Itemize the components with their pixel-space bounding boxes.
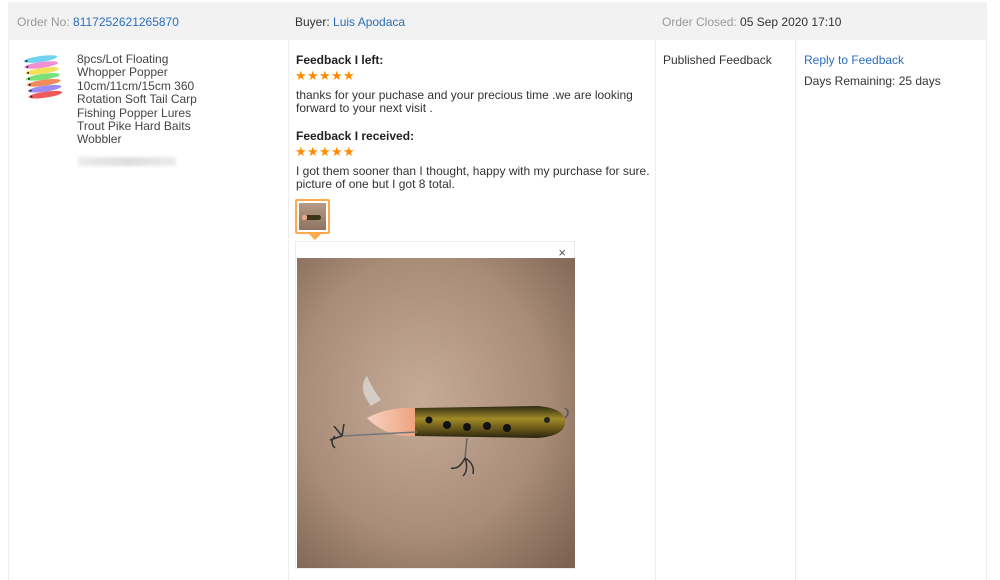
fishing-lures-thumbnail-icon — [23, 55, 63, 99]
star-icon: ★ — [343, 144, 355, 159]
feedback-received-rating: ★ ★ ★ ★ ★ — [295, 144, 355, 159]
star-icon: ★ — [307, 144, 319, 159]
order-closed-date: 05 Sep 2020 17:10 — [740, 15, 842, 29]
feedback-photo-thumbnail[interactable] — [295, 199, 330, 234]
feedback-received-text: I got them sooner than I thought, happy … — [296, 164, 651, 192]
feedback-received-heading: Feedback I received: — [296, 129, 415, 143]
order-closed-field: Order Closed: 05 Sep 2020 17:10 — [662, 15, 841, 29]
thumbnail-pointer — [309, 234, 321, 240]
feedback-status: Published Feedback — [663, 53, 772, 67]
fishing-lure-photo-icon — [297, 258, 575, 568]
feedback-received-text-line: I got them sooner than I thought, happy … — [296, 164, 650, 178]
feedback-left-heading: Feedback I left: — [296, 53, 384, 67]
column-divider — [986, 40, 987, 580]
star-icon: ★ — [307, 68, 319, 83]
column-divider — [655, 40, 656, 580]
buyer-label: Buyer: — [295, 15, 334, 29]
buyer-field: Buyer: Luis Apodaca — [295, 15, 405, 29]
lure-thumbnail-icon — [299, 203, 326, 230]
feedback-received-text-line: picture of one but I got 8 total. — [296, 177, 455, 192]
star-icon: ★ — [319, 68, 331, 83]
order-number-link[interactable]: 8117252621265870 — [73, 15, 179, 29]
order-number-label: Order No: — [17, 15, 74, 29]
product-title-line: Rotation Soft Tail Carp — [77, 92, 197, 107]
star-icon: ★ — [331, 68, 343, 83]
feedback-left-text-line: forward to your next visit . — [296, 101, 433, 116]
blurred-sku-text — [78, 157, 176, 166]
order-header: Order No: 8117252621265870 Buyer: Luis A… — [8, 2, 987, 40]
product-title-line: Whopper Popper — [77, 65, 168, 80]
order-number-field: Order No: 8117252621265870 — [17, 15, 179, 29]
reply-to-feedback-link[interactable]: Reply to Feedback — [804, 53, 904, 67]
star-icon: ★ — [331, 144, 343, 159]
star-icon: ★ — [295, 144, 307, 159]
product-title-line: Trout Pike Hard Baits — [77, 119, 191, 134]
column-divider — [8, 40, 9, 580]
product-thumbnail[interactable] — [17, 52, 67, 104]
product-title-line: Wobbler — [77, 132, 122, 147]
product-title-line: 8pcs/Lot Floating — [77, 52, 169, 66]
days-remaining-text: Days Remaining: 25 days — [804, 74, 941, 88]
fishing-lure-photo — [297, 258, 575, 568]
feedback-left-rating: ★ ★ ★ ★ ★ — [295, 68, 355, 83]
product-title-line: Fishing Popper Lures — [77, 105, 192, 120]
feedback-left-text-line: thanks for your puchase and your preciou… — [296, 88, 633, 102]
order-closed-label: Order Closed: — [662, 15, 741, 29]
product-title-line: 10cm/11cm/15cm 360 — [77, 78, 195, 93]
column-divider — [795, 40, 796, 580]
photo-preview-popup: × — [295, 241, 575, 569]
star-icon: ★ — [295, 68, 307, 83]
star-icon: ★ — [319, 144, 331, 159]
star-icon: ★ — [343, 68, 355, 83]
feedback-left-text: thanks for your puchase and your preciou… — [296, 88, 651, 116]
buyer-name-link[interactable]: Luis Apodaca — [333, 15, 405, 29]
product-title[interactable]: 8pcs/Lot Floating Whopper Popper 10cm/11… — [77, 52, 282, 147]
column-divider — [288, 40, 289, 580]
